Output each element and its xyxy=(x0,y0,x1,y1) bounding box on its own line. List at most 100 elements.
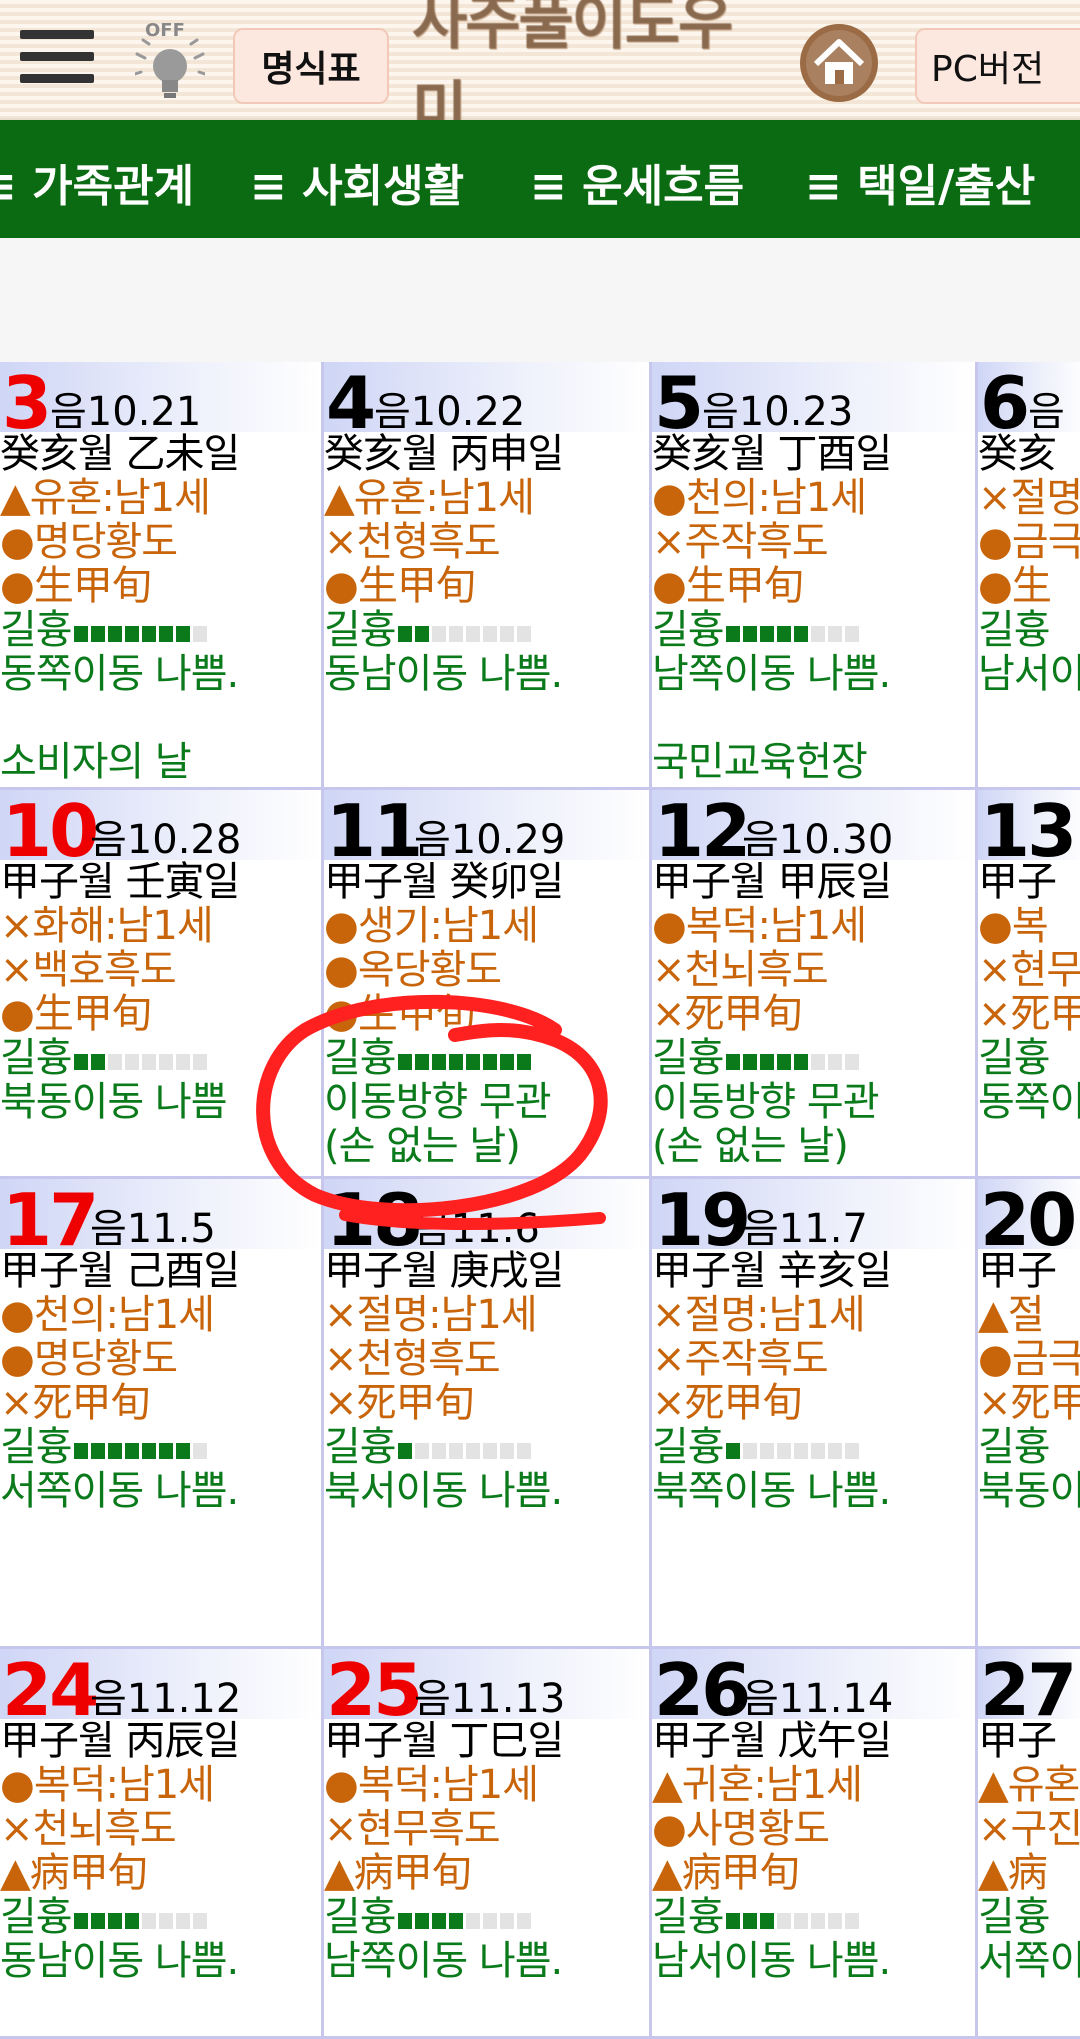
fortune-line-2: ●금극 xyxy=(978,519,1080,565)
luck-meter-segment xyxy=(810,1443,825,1459)
nav-date-selection[interactable]: ≡ 택일/출산 xyxy=(805,150,1035,214)
luck-meter-segment xyxy=(465,1443,480,1459)
direction-text: 남쪽이동 나쁨. xyxy=(324,1938,563,1984)
fortune-line-2: ●사명황도 xyxy=(652,1806,830,1852)
home-icon[interactable] xyxy=(800,24,878,102)
category-nav: ≡ 가족관계 ≡ 사회생활 ≡ 운세흐름 ≡ 택일/출산 xyxy=(0,120,1080,238)
nav-fortune[interactable]: ≡ 운세흐름 xyxy=(530,150,744,214)
calendar-day-cell[interactable]: 19 음11.7 甲子월 辛亥일 ×절명:남1세 ×주작흑도 ×死甲旬 길흉 북쪽이동 나쁨. xyxy=(652,1179,978,1649)
luck-meter-segment xyxy=(397,626,412,642)
luck-row: 길흉 xyxy=(0,608,210,654)
calendar-day-cell[interactable]: 3 음10.21 癸亥월 乙未일 ▲유혼:남1세 ●명당황도 ●生甲旬 길흉 동쪽이동 나쁨.… xyxy=(0,362,324,790)
luck-meter-segment xyxy=(499,626,514,642)
luck-meter-segment xyxy=(73,1443,88,1459)
ganji-text: 甲子월 癸卯일 xyxy=(324,859,564,905)
lunar-date: 음11.6 xyxy=(414,1206,540,1252)
luck-meter-segment xyxy=(725,1913,740,1929)
luck-meter-segment xyxy=(725,1054,740,1070)
calendar-day-cell[interactable]: 4 음10.22 癸亥월 丙申일 ▲유혼:남1세 ×천형흑도 ●生甲旬 길흉 동남이동 나쁨. xyxy=(324,362,652,790)
fortune-line-1: ●천의:남1세 xyxy=(0,1292,215,1338)
calendar-day-cell[interactable]: 20 甲子 ▲절 ●금극 ×死甲 길흉 북동이 xyxy=(978,1179,1080,1649)
lunar-date: 음10.28 xyxy=(90,817,242,863)
luck-meter-segment xyxy=(124,626,139,642)
calendar-day-cell[interactable]: 27 甲子 ▲유혼 ×구진 ▲病 길흉 서쪽이 xyxy=(978,1649,1080,2039)
lightbulb-icon xyxy=(135,38,205,98)
calendar-day-cell[interactable]: 12 음10.30 甲子월 甲辰일 ●복덕:남1세 ×천뇌흑도 ×死甲旬 길흉 이동방향 무관… xyxy=(652,790,978,1179)
luck-meter-segment xyxy=(810,1913,825,1929)
luck-meter xyxy=(725,610,862,654)
ganji-text: 甲子월 甲辰일 xyxy=(652,859,892,905)
luck-meter-segment xyxy=(516,626,531,642)
calendar-day-cell[interactable]: 26 음11.14 甲子월 戊午일 ▲귀혼:남1세 ●사명황도 ▲病甲旬 길흉 남서이동 나쁨… xyxy=(652,1649,978,2039)
calendar-day-cell[interactable]: 25 음11.13 甲子월 丁巳일 ●복덕:남1세 ×현무흑도 ▲病甲旬 길흉 남쪽이동 나쁨… xyxy=(324,1649,652,2039)
luck-meter-segment xyxy=(431,1054,446,1070)
calendar-day-cell[interactable]: 13 甲子 ●복 ×현무 ×死甲 길흉 동쪽이 xyxy=(978,790,1080,1179)
luck-label: 길흉 xyxy=(652,1894,725,1940)
luck-meter-segment xyxy=(175,1913,190,1929)
fortune-line-2: ●금극 xyxy=(978,1336,1080,1382)
luck-meter-segment xyxy=(482,1443,497,1459)
site-logo[interactable]: 사주풀이도우미 xyxy=(412,0,784,145)
light-toggle[interactable]: OFF xyxy=(135,20,205,102)
fortune-line-1: ●복덕:남1세 xyxy=(0,1762,215,1808)
calendar-day-cell[interactable]: 17 음11.5 甲子월 己酉일 ●천의:남1세 ●명당황도 ×死甲旬 길흉 서쪽이동 나쁨. xyxy=(0,1179,324,1649)
luck-meter-segment xyxy=(725,1443,740,1459)
calendar-day-cell[interactable]: 5 음10.23 癸亥월 丁酉일 ●천의:남1세 ×주작흑도 ●生甲旬 길흉 남쪽이동 나쁨.… xyxy=(652,362,978,790)
luck-meter-segment xyxy=(73,1054,88,1070)
luck-meter-segment xyxy=(793,1913,808,1929)
ganji-text: 甲子 xyxy=(978,859,1057,905)
luck-row: 길흉 xyxy=(978,608,1051,652)
nav-social[interactable]: ≡ 사회생활 xyxy=(250,150,464,214)
luck-meter xyxy=(73,1427,210,1471)
luck-meter-segment xyxy=(73,1913,88,1929)
luck-meter-segment xyxy=(158,626,173,642)
fortune-line-1: ●생기:남1세 xyxy=(324,903,539,949)
fortune-line-1: ×절명:남1세 xyxy=(652,1292,866,1338)
direction-text: 남서이동 나쁨. xyxy=(652,1938,891,1984)
luck-meter-segment xyxy=(73,626,88,642)
luck-meter-segment xyxy=(465,1054,480,1070)
luck-meter-segment xyxy=(844,626,859,642)
ganji-text: 甲子월 戊午일 xyxy=(652,1718,892,1764)
luck-meter-segment xyxy=(107,1054,122,1070)
luck-meter-segment xyxy=(448,1913,463,1929)
fortune-line-3: ×死甲 xyxy=(978,991,1080,1037)
luck-row: 길흉 xyxy=(978,1425,1051,1469)
direction-text: 이동방향 무관 xyxy=(324,1079,552,1125)
menu-icon[interactable] xyxy=(20,30,94,88)
direction-text: 동남이동 나쁨. xyxy=(324,651,563,697)
luck-meter-segment xyxy=(141,1054,156,1070)
calendar-day-cell[interactable]: 11 음10.29 甲子월 癸卯일 ●생기:남1세 ●옥당황도 ●生甲旬 길흉 이동방향 무관… xyxy=(324,790,652,1179)
luck-label: 길흉 xyxy=(652,607,725,653)
luck-label: 길흉 xyxy=(324,1035,397,1081)
nav-family[interactable]: ≡ 가족관계 xyxy=(0,150,194,214)
luck-meter-segment xyxy=(107,1913,122,1929)
luck-meter-segment xyxy=(516,1913,531,1929)
luck-meter-segment xyxy=(158,1443,173,1459)
calendar-day-cell[interactable]: 6 음 癸亥 ×절명 ●금극 ●生 길흉 남서이 xyxy=(978,362,1080,790)
fortune-line-1: ▲유혼:남1세 xyxy=(324,475,535,521)
luck-row: 길흉 xyxy=(324,1036,534,1082)
luck-meter-segment xyxy=(107,1443,122,1459)
pc-version-button[interactable]: PC버전 xyxy=(915,28,1080,104)
ganji-text: 甲子월 己酉일 xyxy=(0,1248,240,1294)
fortune-line-1: ▲유혼 xyxy=(978,1762,1080,1808)
luck-meter-segment xyxy=(810,626,825,642)
fortune-line-1: ●복 xyxy=(978,903,1049,949)
calendar-day-cell[interactable]: 10 음10.28 甲子월 壬寅일 ×화해:남1세 ×백호흑도 ●生甲旬 길흉 북동이동 나쁨 xyxy=(0,790,324,1179)
luck-meter-segment xyxy=(90,1054,105,1070)
luck-meter-segment xyxy=(776,1054,791,1070)
luck-label: 길흉 xyxy=(324,1424,397,1470)
luck-meter-segment xyxy=(192,1054,207,1070)
lunar-date: 음11.5 xyxy=(90,1206,216,1252)
calendar-day-cell[interactable]: 24 음11.12 甲子월 丙辰일 ●복덕:남1세 ×천뇌흑도 ▲病甲旬 길흉 동남이동 나쁨… xyxy=(0,1649,324,2039)
fortune-line-1: ▲절 xyxy=(978,1292,1045,1338)
fortune-line-3: ×死甲旬 xyxy=(0,1380,151,1426)
calendar-day-cell[interactable]: 18 음11.6 甲子월 庚戌일 ×절명:남1세 ×천형흑도 ×死甲旬 길흉 북서이동 나쁨. xyxy=(324,1179,652,1649)
fortune-line-3: ●生甲旬 xyxy=(0,991,152,1037)
fortune-line-1: ▲유혼:남1세 xyxy=(0,475,211,521)
fortune-line-2: ×천형흑도 xyxy=(324,1336,501,1382)
luck-meter-segment xyxy=(759,1443,774,1459)
luck-meter-segment xyxy=(793,1443,808,1459)
saju-chart-button[interactable]: 명식표 xyxy=(233,28,389,104)
